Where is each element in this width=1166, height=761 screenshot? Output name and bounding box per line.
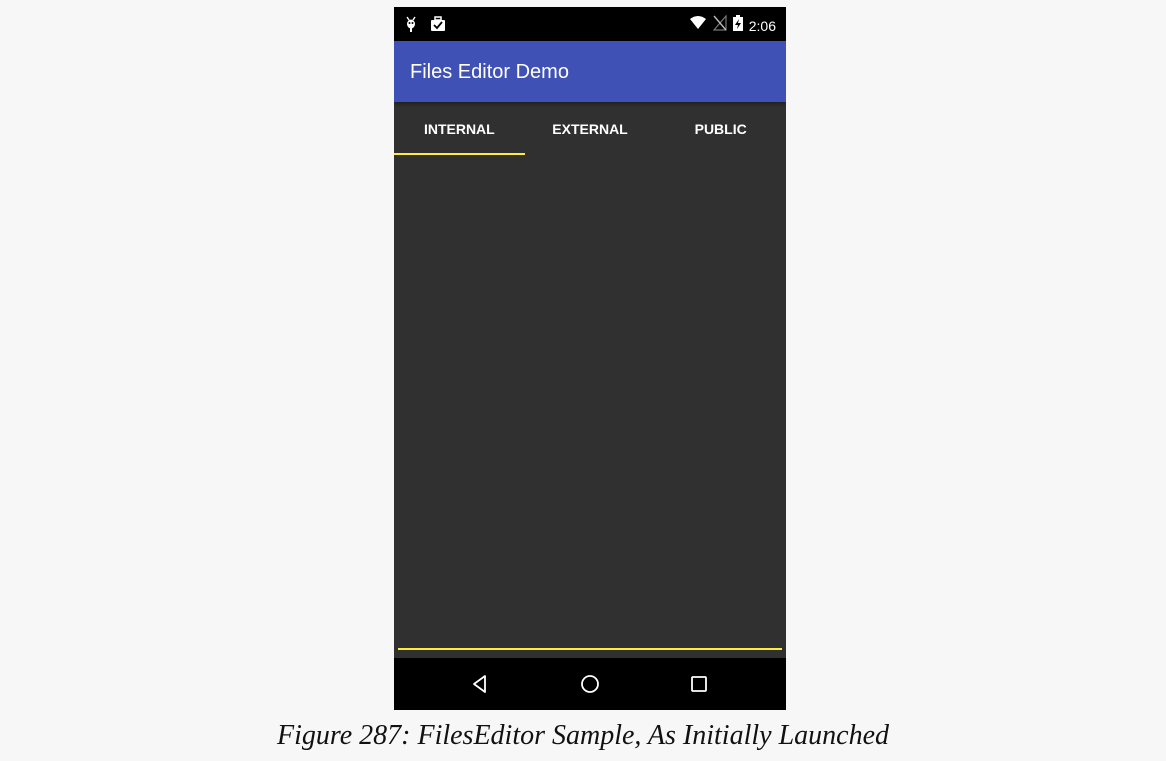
back-icon (468, 675, 492, 700)
tab-label: PUBLIC (694, 120, 747, 137)
editor-text-field[interactable] (394, 155, 786, 657)
tab-label: INTERNAL (423, 120, 495, 137)
navigation-bar (394, 658, 786, 710)
tab-bar: INTERNAL EXTERNAL PUBLIC (394, 102, 786, 155)
home-icon (578, 675, 602, 700)
status-bar: 2:06 (394, 7, 786, 41)
recents-button[interactable] (687, 672, 711, 696)
status-clock: 2:06 (748, 17, 776, 34)
app-bar: Files Editor Demo (394, 41, 786, 102)
tab-external[interactable]: EXTERNAL (525, 102, 656, 155)
back-button[interactable] (468, 672, 492, 696)
tab-public[interactable]: PUBLIC (655, 102, 786, 155)
editor-underline (398, 648, 782, 650)
android-debug-icon (404, 15, 418, 38)
tab-internal[interactable]: INTERNAL (394, 102, 525, 155)
wifi-icon (689, 15, 707, 36)
app-title: Files Editor Demo (410, 61, 569, 83)
phone-screen: 2:06 Files Editor Demo INTERNAL EXTERNAL… (394, 7, 786, 710)
recents-icon (687, 676, 711, 700)
figure-caption: Figure 287: FilesEditor Sample, As Initi… (276, 720, 890, 751)
briefcase-check-icon (430, 15, 446, 38)
no-sim-icon (712, 14, 727, 36)
home-button[interactable] (578, 672, 602, 696)
tab-label: EXTERNAL (552, 120, 628, 137)
battery-charging-icon (732, 15, 743, 36)
